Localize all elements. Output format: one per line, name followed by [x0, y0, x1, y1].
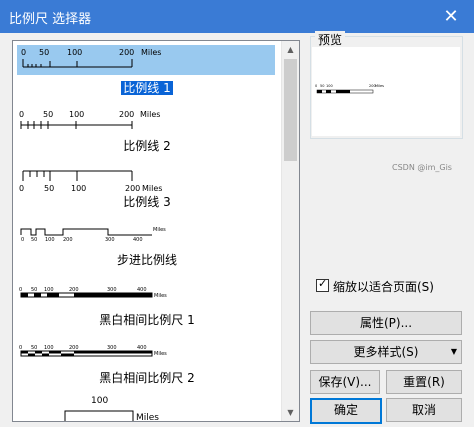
- tick-label: 0: [19, 184, 24, 193]
- window-title: 比例尺 选择器: [9, 12, 92, 27]
- unit-label: Miles: [136, 413, 159, 421]
- alternating-scale-1-graphic: 0 50 100 200 300 400 Miles: [19, 287, 167, 299]
- list-scrollbar[interactable]: ▲ ▼: [281, 41, 299, 421]
- scalebar-style-list[interactable]: 0 50 100 200 Miles 比例线 1 0 50 100 200 Mi…: [12, 40, 300, 422]
- list-item[interactable]: 0 50 100 200 Miles 比例线 1: [13, 41, 281, 101]
- list-item[interactable]: 100 Miles: [13, 393, 281, 421]
- tick-label: 0: [19, 110, 24, 119]
- scale-line: [22, 170, 133, 181]
- tick-label: 200: [69, 345, 79, 351]
- tick-label: 50: [39, 48, 49, 57]
- tick-label: 0: [21, 48, 26, 57]
- scale-graphic-partial: 100 Miles: [64, 396, 159, 421]
- list-item-label: 比例线 1: [121, 81, 173, 95]
- tick-label: 50: [31, 287, 37, 293]
- scale-line: [20, 121, 133, 129]
- tick-label: 200: [119, 110, 134, 119]
- more-styles-label: 更多样式(S): [353, 345, 419, 359]
- preview-title: 预览: [315, 31, 346, 48]
- tick-label: 100: [69, 110, 84, 119]
- scale-bar: [20, 350, 153, 357]
- scale-line: [20, 228, 152, 236]
- reset-button[interactable]: 重置(R): [386, 370, 462, 394]
- tick-label: 0: [315, 84, 317, 88]
- list-item-label: 黑白相间比例尺 2: [99, 371, 195, 385]
- tick-label: 50: [320, 84, 324, 88]
- unit-label: Miles: [142, 184, 162, 193]
- scroll-up-icon[interactable]: ▲: [282, 41, 299, 58]
- tick-label: 50: [31, 237, 37, 243]
- stepped-scale-graphic: 0 50 100 200 300 400 Miles: [20, 227, 166, 243]
- scroll-down-icon[interactable]: ▼: [282, 404, 299, 421]
- tick-label: 50: [44, 184, 54, 193]
- tick-label: 300: [107, 345, 117, 351]
- tick-label: 200: [125, 184, 140, 193]
- list-item-label: 比例线 3: [123, 195, 171, 209]
- tick-label: 400: [137, 345, 147, 351]
- unit-label: Miles: [140, 110, 160, 119]
- check-icon: ✓: [318, 277, 328, 290]
- tick-label: 200: [119, 48, 134, 57]
- tick-label: 50: [43, 110, 53, 119]
- tick-label: 200: [63, 237, 73, 243]
- fit-to-page-checkbox[interactable]: ✓: [316, 277, 329, 292]
- unit-label: Miles: [141, 48, 161, 57]
- unit-label: Miles: [153, 227, 166, 233]
- unit-label: Miles: [154, 293, 167, 299]
- chevron-down-icon: ▼: [450, 347, 457, 356]
- list-item[interactable]: 0 50 100 200 Miles 比例线 3: [13, 157, 281, 211]
- tick-label: 100: [67, 48, 82, 57]
- tick-label: 50: [31, 345, 37, 351]
- more-styles-button[interactable]: 更多样式(S) ▼: [310, 340, 462, 364]
- scale-line: [22, 59, 133, 68]
- cancel-button[interactable]: 取消: [386, 398, 462, 422]
- title-bar: 比例尺 选择器 ✕: [0, 0, 474, 33]
- scale-line: [64, 410, 134, 421]
- list-item-label: 黑白相间比例尺 1: [99, 313, 195, 327]
- tick-label: 200: [69, 287, 79, 293]
- tick-label: 100: [91, 396, 108, 406]
- tick-label: 100: [44, 345, 54, 351]
- ok-button[interactable]: 确定: [310, 398, 382, 424]
- save-button[interactable]: 保存(V)...: [310, 370, 380, 394]
- tick-label: 100: [45, 237, 55, 243]
- properties-button[interactable]: 属性(P)...: [310, 311, 462, 335]
- list-item-label: 比例线 2: [123, 139, 171, 153]
- tick-label: 0: [19, 287, 22, 293]
- scroll-thumb[interactable]: [284, 59, 297, 161]
- preview-scale-bar: [316, 89, 374, 94]
- preview-scale-graphic: 0 50 100 200 Miles: [315, 84, 384, 94]
- tick-label: 0: [19, 345, 22, 351]
- scale-line-3-graphic: 0 50 100 200 Miles: [19, 170, 162, 193]
- scale-bar: [20, 292, 153, 298]
- tick-label: 100: [326, 84, 333, 88]
- tick-label: 400: [133, 237, 143, 243]
- preview-pane: 0 50 100 200 Miles: [312, 47, 460, 136]
- list-item[interactable]: 0 50 100 200 300 400 Miles 步进比例线: [13, 221, 281, 271]
- tick-label: 300: [105, 237, 115, 243]
- tick-label: 0: [21, 237, 24, 243]
- list-item[interactable]: 0 50 100 200 300 400 Miles 黑白相间比例尺 2: [13, 337, 281, 391]
- scale-line-1-graphic: 0 50 100 200 Miles: [21, 48, 161, 68]
- tick-label: 100: [44, 287, 54, 293]
- tick-label: 300: [107, 287, 117, 293]
- close-icon[interactable]: ✕: [428, 0, 474, 33]
- list-item[interactable]: 0 50 100 200 Miles 比例线 2: [13, 103, 281, 155]
- unit-label: Miles: [375, 84, 384, 88]
- unit-label: Miles: [154, 351, 167, 357]
- tick-label: 100: [71, 184, 86, 193]
- list-item[interactable]: 0 50 100 200 300 400 Miles 黑白相间比例尺 1: [13, 279, 281, 333]
- list-item-label: 步进比例线: [116, 253, 177, 267]
- tick-label: 400: [137, 287, 147, 293]
- watermark: CSDN @im_Gis: [392, 163, 452, 172]
- fit-to-page-label[interactable]: 缩放以适合页面(S): [333, 278, 434, 295]
- scale-line-2-graphic: 0 50 100 200 Miles: [19, 110, 160, 129]
- alternating-scale-2-graphic: 0 50 100 200 300 400 Miles: [19, 345, 167, 357]
